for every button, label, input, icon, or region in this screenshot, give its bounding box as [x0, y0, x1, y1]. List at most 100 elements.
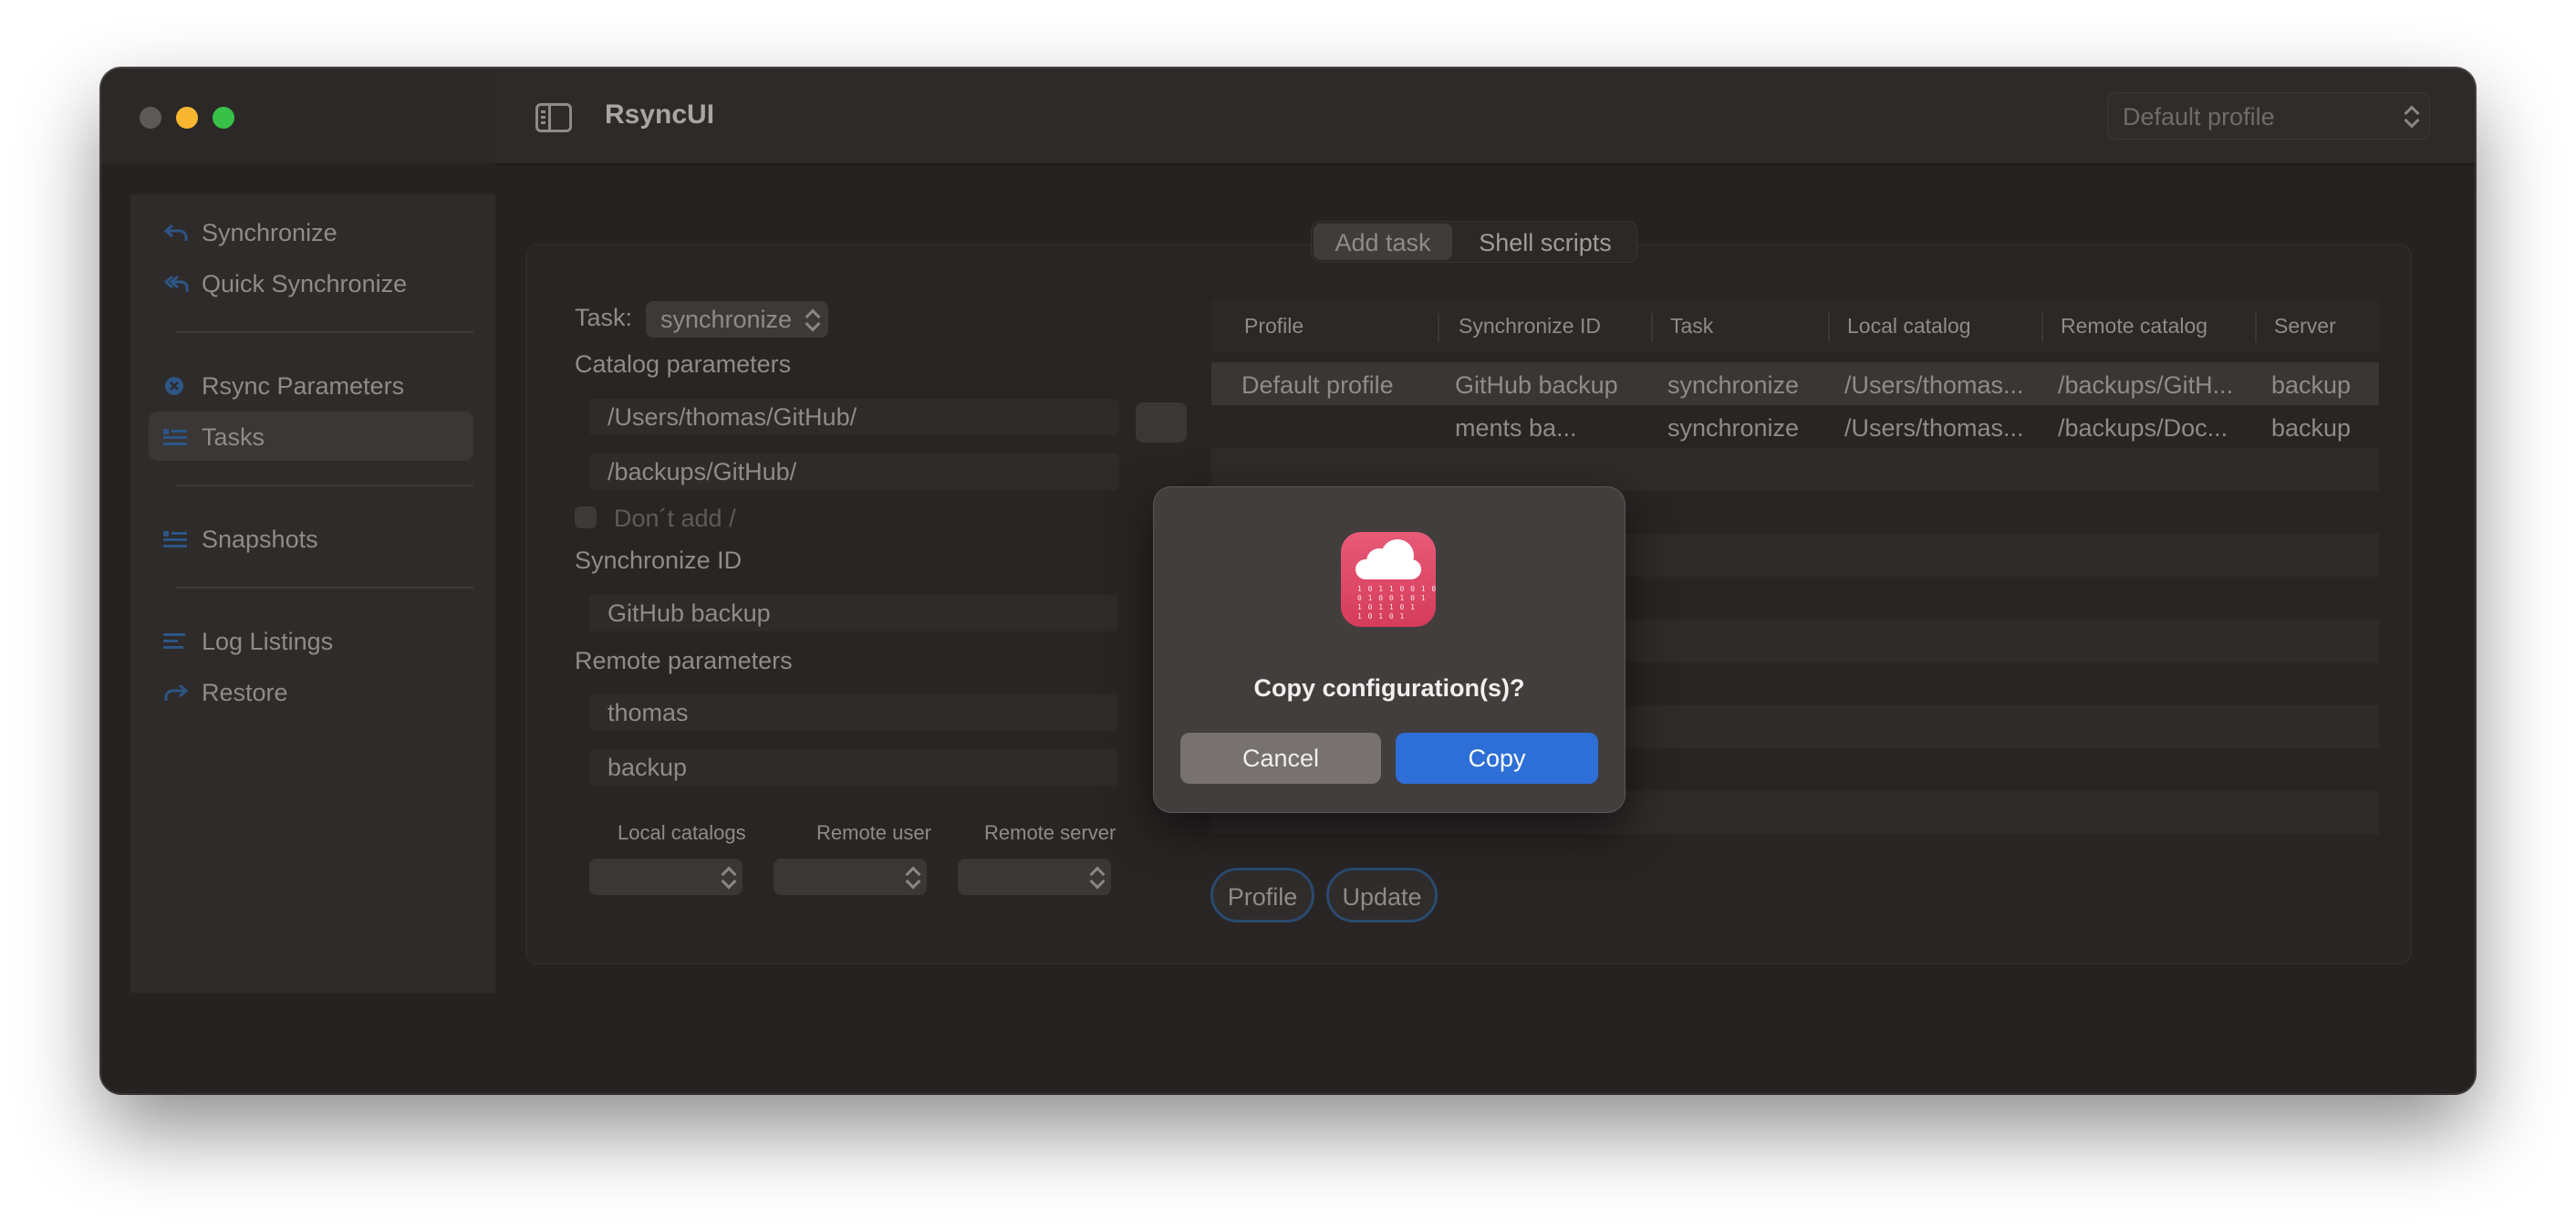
- sidebar-item-label: Restore: [202, 679, 288, 706]
- profile-button[interactable]: Profile: [1210, 868, 1314, 922]
- synchronize-id-input[interactable]: [589, 595, 1118, 631]
- sidebar-item-label: Tasks: [202, 423, 265, 451]
- column-header-local-catalog[interactable]: Local catalog: [1847, 314, 1971, 339]
- sync-arrows-icon: [163, 224, 188, 241]
- title-bar: RsyncUI Default profile: [101, 68, 2475, 165]
- list-icon: [163, 531, 187, 547]
- cell-profile: Default profile: [1241, 371, 1394, 399]
- synchronize-id-label: Synchronize ID: [575, 547, 743, 574]
- column-separator: [1651, 313, 1653, 342]
- column-separator: [1828, 313, 1830, 342]
- remote-server-input[interactable]: [589, 749, 1118, 786]
- cell-remote-catalog: /backups/Doc...: [2058, 414, 2228, 442]
- remote-server-field[interactable]: [589, 749, 1118, 786]
- sidebar: Synchronize Quick Synchronize Rsync Para…: [130, 194, 495, 993]
- sidebar-item-label: Snapshots: [202, 526, 318, 553]
- copy-configuration-dialog: 1 0 1 1 0 0 1 0 0 1 0 0 1 0 1 1 0 1 1 0 …: [1153, 486, 1626, 813]
- dont-add-slash-checkbox[interactable]: [575, 506, 597, 528]
- tab-shell-scripts[interactable]: Shell scripts: [1454, 229, 1636, 257]
- remote-parameters-label: Remote parameters: [575, 647, 793, 674]
- synchronize-id-field[interactable]: [589, 595, 1118, 631]
- app-window: RsyncUI Default profile Synchronize Quic…: [101, 68, 2475, 1093]
- list-icon: [163, 429, 187, 445]
- chevron-updown-icon: [1089, 865, 1104, 891]
- sidebar-item-label: Quick Synchronize: [202, 270, 408, 297]
- sidebar-item-synchronize[interactable]: Synchronize: [149, 207, 473, 256]
- minimize-window-button[interactable]: [176, 107, 198, 129]
- local-catalog-field[interactable]: [589, 399, 1118, 435]
- cell-server: backup: [2271, 414, 2352, 442]
- task-dropdown[interactable]: synchronize: [646, 301, 828, 338]
- chevron-updown-icon: [2404, 104, 2418, 130]
- sidebar-item-restore[interactable]: Restore: [149, 667, 473, 716]
- cloud-icon: [1356, 539, 1421, 579]
- table-row-empty: [1211, 448, 2379, 491]
- sidebar-toggle-icon[interactable]: [535, 103, 572, 132]
- copy-button[interactable]: Copy: [1396, 733, 1598, 784]
- sync-arrows-icon: [163, 275, 189, 292]
- sidebar-item-label: Synchronize: [202, 219, 338, 246]
- profile-dropdown[interactable]: Default profile: [2107, 92, 2430, 140]
- update-button[interactable]: Update: [1326, 868, 1438, 922]
- chevron-updown-icon: [805, 308, 819, 333]
- profile-dropdown-value: Default profile: [2123, 103, 2275, 130]
- table-header: Profile Synchronize ID Task Local catalo…: [1211, 300, 2379, 353]
- x-circle-icon: [165, 377, 183, 395]
- rsyncui-app-icon: 1 0 1 1 0 0 1 0 0 1 0 0 1 0 1 1 0 1 1 0 …: [1341, 532, 1436, 627]
- cell-remote-catalog: /backups/GitH...: [2058, 371, 2234, 399]
- tab-add-task[interactable]: Add task: [1312, 229, 1454, 257]
- sidebar-divider: [176, 587, 473, 589]
- remote-server-label: Remote server: [984, 821, 1117, 844]
- window-title: RsyncUI: [605, 99, 715, 130]
- cell-local-catalog: /Users/thomas...: [1844, 371, 2024, 399]
- chevron-updown-icon: [721, 865, 735, 891]
- cell-synchronize-id: GitHub backup: [1455, 371, 1618, 399]
- remote-user-dropdown[interactable]: [774, 859, 927, 895]
- sidebar-divider: [176, 331, 473, 333]
- column-separator: [2255, 313, 2257, 342]
- profile-button-label: Profile: [1227, 883, 1298, 911]
- sidebar-item-tasks[interactable]: Tasks: [149, 412, 473, 461]
- cell-server: backup: [2271, 371, 2352, 399]
- local-catalogs-label: Local catalogs: [618, 821, 746, 844]
- remote-user-field[interactable]: [589, 694, 1118, 731]
- sidebar-item-quick-synchronize[interactable]: Quick Synchronize: [149, 258, 473, 308]
- sidebar-item-rsync-parameters[interactable]: Rsync Parameters: [149, 360, 473, 410]
- lines-icon: [163, 633, 185, 649]
- column-header-profile[interactable]: Profile: [1244, 314, 1304, 339]
- close-window-button[interactable]: [140, 107, 161, 129]
- remote-user-label: Remote user: [816, 821, 931, 844]
- sidebar-item-label: Rsync Parameters: [202, 372, 405, 400]
- folder-icon[interactable]: [1136, 402, 1187, 443]
- local-catalogs-dropdown[interactable]: [589, 859, 743, 895]
- zoom-window-button[interactable]: [213, 107, 234, 129]
- cancel-button[interactable]: Cancel: [1180, 733, 1381, 784]
- local-catalog-input[interactable]: [589, 399, 1118, 435]
- remote-server-dropdown[interactable]: [958, 859, 1111, 895]
- table-row[interactable]: ments ba... synchronize /Users/thomas...…: [1211, 405, 2379, 448]
- dialog-title: Copy configuration(s)?: [1253, 674, 1525, 702]
- sidebar-divider: [176, 485, 473, 486]
- table-row[interactable]: Default profile GitHub backup synchroniz…: [1211, 362, 2379, 405]
- remote-catalog-input[interactable]: [589, 453, 1118, 490]
- column-separator: [1438, 313, 1439, 342]
- column-header-server[interactable]: Server: [2274, 314, 2336, 339]
- remote-user-input[interactable]: [589, 694, 1118, 731]
- remote-catalog-field[interactable]: [589, 453, 1118, 490]
- cell-local-catalog: /Users/thomas...: [1844, 414, 2024, 442]
- update-button-label: Update: [1342, 883, 1422, 911]
- task-dropdown-value: synchronize: [660, 306, 793, 333]
- binary-rain-text: 1 0 1 1 0 0 1 0 0 1 0 0 1 0 1 1 0 1 1 0 …: [1357, 585, 1436, 620]
- sidebar-item-log-listings[interactable]: Log Listings: [149, 616, 473, 665]
- column-header-task[interactable]: Task: [1670, 314, 1713, 339]
- cell-synchronize-id: ments ba...: [1455, 414, 1577, 442]
- column-header-remote-catalog[interactable]: Remote catalog: [2061, 314, 2207, 339]
- chevron-updown-icon: [905, 865, 919, 891]
- sidebar-item-label: Log Listings: [202, 628, 334, 655]
- column-header-synchronize-id[interactable]: Synchronize ID: [1459, 314, 1601, 339]
- tab-segmented-control: Add task Shell scripts: [1311, 221, 1637, 263]
- task-label: Task:: [575, 304, 633, 331]
- cell-task: synchronize: [1667, 414, 1800, 442]
- sidebar-item-snapshots[interactable]: Snapshots: [149, 514, 473, 563]
- cell-task: synchronize: [1667, 371, 1800, 399]
